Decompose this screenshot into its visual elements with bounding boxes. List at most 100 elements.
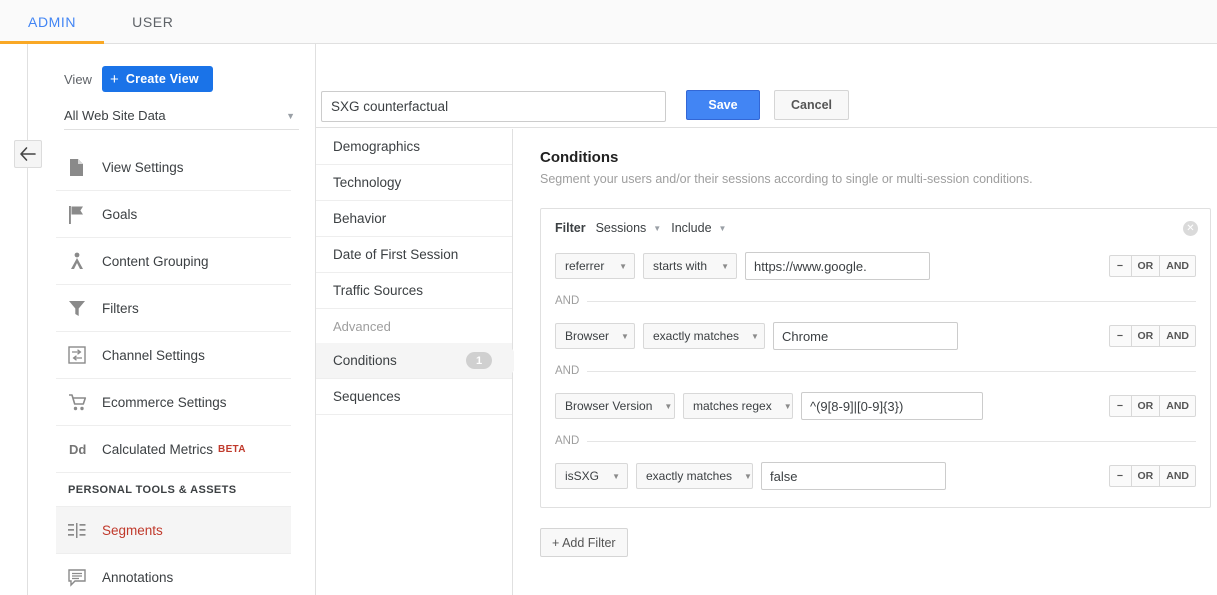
tab-admin-label: ADMIN xyxy=(28,14,76,30)
sidebar-item-annotations[interactable]: Annotations xyxy=(56,554,291,595)
chevron-down-icon: ▼ xyxy=(751,332,759,341)
dimension-value: isSXG xyxy=(565,469,599,483)
dimension-select[interactable]: isSXG ▼ xyxy=(555,463,628,489)
filter-mode-select[interactable]: Include ▼ xyxy=(671,221,726,235)
operator-value: matches regex xyxy=(693,399,772,413)
midnav-item-label: Sequences xyxy=(333,389,401,404)
row-controls: − OR AND xyxy=(1109,255,1197,277)
channel-arrows-icon xyxy=(68,346,102,364)
and-separator-line xyxy=(587,301,1196,302)
and-button[interactable]: AND xyxy=(1160,326,1195,346)
annotation-icon xyxy=(68,569,102,586)
chevron-down-icon: ▼ xyxy=(621,332,629,341)
filter-label: Filter xyxy=(555,221,586,235)
midnav-item-behavior[interactable]: Behavior xyxy=(316,201,512,237)
filter-header: Filter Sessions ▼ Include ▼ xyxy=(555,221,1196,235)
remove-condition-button[interactable]: − xyxy=(1110,326,1132,346)
view-header: View + Create View All Web Site Data ▼ xyxy=(56,44,315,130)
midnav-item-label: Date of First Session xyxy=(333,247,458,262)
dimension-select[interactable]: referrer ▼ xyxy=(555,253,635,279)
row-controls: − OR AND xyxy=(1109,395,1197,417)
rail-divider xyxy=(27,44,28,595)
dimension-value: Browser xyxy=(565,329,609,343)
sidebar-item-calculated-metrics[interactable]: Dd Calculated Metrics BETA xyxy=(56,426,291,473)
midnav-item-sequences[interactable]: Sequences xyxy=(316,379,512,415)
midnav-item-demographics[interactable]: Demographics xyxy=(316,129,512,165)
conditions-panel: Conditions Segment your users and/or the… xyxy=(514,129,1217,595)
chevron-down-icon: ▼ xyxy=(721,262,729,271)
midnav-item-traffic-sources[interactable]: Traffic Sources xyxy=(316,273,512,309)
chevron-down-icon: ▼ xyxy=(664,402,672,411)
filter-scope-value: Sessions xyxy=(596,221,647,235)
condition-value-input[interactable] xyxy=(801,392,983,420)
condition-row: Browser ▼ exactly matches ▼ − OR AND xyxy=(555,319,1196,353)
sidebar-item-channel-settings[interactable]: Channel Settings xyxy=(56,332,291,379)
remove-condition-button[interactable]: − xyxy=(1110,396,1132,416)
or-button[interactable]: OR xyxy=(1132,466,1161,486)
midnav-item-conditions[interactable]: Conditions 1 xyxy=(316,343,512,379)
chevron-down-icon: ▼ xyxy=(744,472,752,481)
arrow-left-icon xyxy=(20,147,36,161)
sidebar-item-filters[interactable]: Filters xyxy=(56,285,291,332)
page-subtitle: Segment your users and/or their sessions… xyxy=(540,172,1201,186)
back-button[interactable] xyxy=(14,140,42,168)
segment-name-input[interactable] xyxy=(321,91,666,122)
filter-scope-select[interactable]: Sessions ▼ xyxy=(596,221,662,235)
condition-value-input[interactable] xyxy=(773,322,958,350)
condition-row: isSXG ▼ exactly matches ▼ − OR AND xyxy=(555,459,1196,493)
chevron-down-icon: ▼ xyxy=(653,224,661,233)
and-button[interactable]: AND xyxy=(1160,396,1195,416)
and-button[interactable]: AND xyxy=(1160,466,1195,486)
chevron-down-icon: ▼ xyxy=(619,262,627,271)
sidebar-item-segments[interactable]: Segments xyxy=(56,507,291,554)
and-separator-label: AND xyxy=(555,295,579,307)
cancel-button[interactable]: Cancel xyxy=(774,90,849,120)
person-tree-icon xyxy=(68,252,102,271)
sidebar-item-label: Ecommerce Settings xyxy=(102,395,227,410)
tab-user[interactable]: USER xyxy=(104,0,201,44)
sidebar-item-label: Goals xyxy=(102,207,137,222)
and-separator-label: AND xyxy=(555,365,579,377)
save-button[interactable]: Save xyxy=(686,90,760,120)
and-separator: AND xyxy=(555,283,1196,319)
condition-value-input[interactable] xyxy=(745,252,930,280)
sidebar-item-label: Filters xyxy=(102,301,139,316)
create-view-button[interactable]: + Create View xyxy=(102,66,213,92)
view-selector-value: All Web Site Data xyxy=(64,108,166,123)
dimension-select[interactable]: Browser ▼ xyxy=(555,323,635,349)
operator-select[interactable]: matches regex ▼ xyxy=(683,393,793,419)
condition-value-input[interactable] xyxy=(761,462,946,490)
remove-condition-button[interactable]: − xyxy=(1110,256,1132,276)
or-button[interactable]: OR xyxy=(1132,256,1161,276)
segment-category-nav: Demographics Technology Behavior Date of… xyxy=(316,129,513,595)
sidebar-item-content-grouping[interactable]: Content Grouping xyxy=(56,238,291,285)
operator-select[interactable]: exactly matches ▼ xyxy=(636,463,753,489)
beta-badge: BETA xyxy=(218,444,246,455)
view-selector[interactable]: All Web Site Data ▼ xyxy=(64,104,299,130)
remove-condition-button[interactable]: − xyxy=(1110,466,1132,486)
and-button[interactable]: AND xyxy=(1160,256,1195,276)
segments-icon xyxy=(68,523,102,538)
segment-name-bar: Save Cancel xyxy=(316,44,1217,128)
operator-value: exactly matches xyxy=(646,469,732,483)
sidebar-item-label: View Settings xyxy=(102,160,184,175)
dimension-select[interactable]: Browser Version ▼ xyxy=(555,393,675,419)
midnav-item-date-of-first-session[interactable]: Date of First Session xyxy=(316,237,512,273)
and-separator-label: AND xyxy=(555,435,579,447)
or-button[interactable]: OR xyxy=(1132,396,1161,416)
filter-mode-value: Include xyxy=(671,221,711,235)
sidebar-item-ecommerce-settings[interactable]: Ecommerce Settings xyxy=(56,379,291,426)
add-filter-button[interactable]: + Add Filter xyxy=(540,528,628,557)
dimension-value: Browser Version xyxy=(565,399,652,413)
close-circle-icon[interactable]: ✕ xyxy=(1183,221,1198,236)
and-separator-line xyxy=(587,371,1196,372)
sidebar-item-goals[interactable]: Goals xyxy=(56,191,291,238)
operator-select[interactable]: starts with ▼ xyxy=(643,253,737,279)
or-button[interactable]: OR xyxy=(1132,326,1161,346)
sidebar-item-view-settings[interactable]: View Settings xyxy=(56,144,291,191)
operator-select[interactable]: exactly matches ▼ xyxy=(643,323,765,349)
tab-admin[interactable]: ADMIN xyxy=(0,0,104,44)
document-icon xyxy=(68,158,102,177)
plus-icon: + xyxy=(110,72,119,87)
midnav-item-technology[interactable]: Technology xyxy=(316,165,512,201)
